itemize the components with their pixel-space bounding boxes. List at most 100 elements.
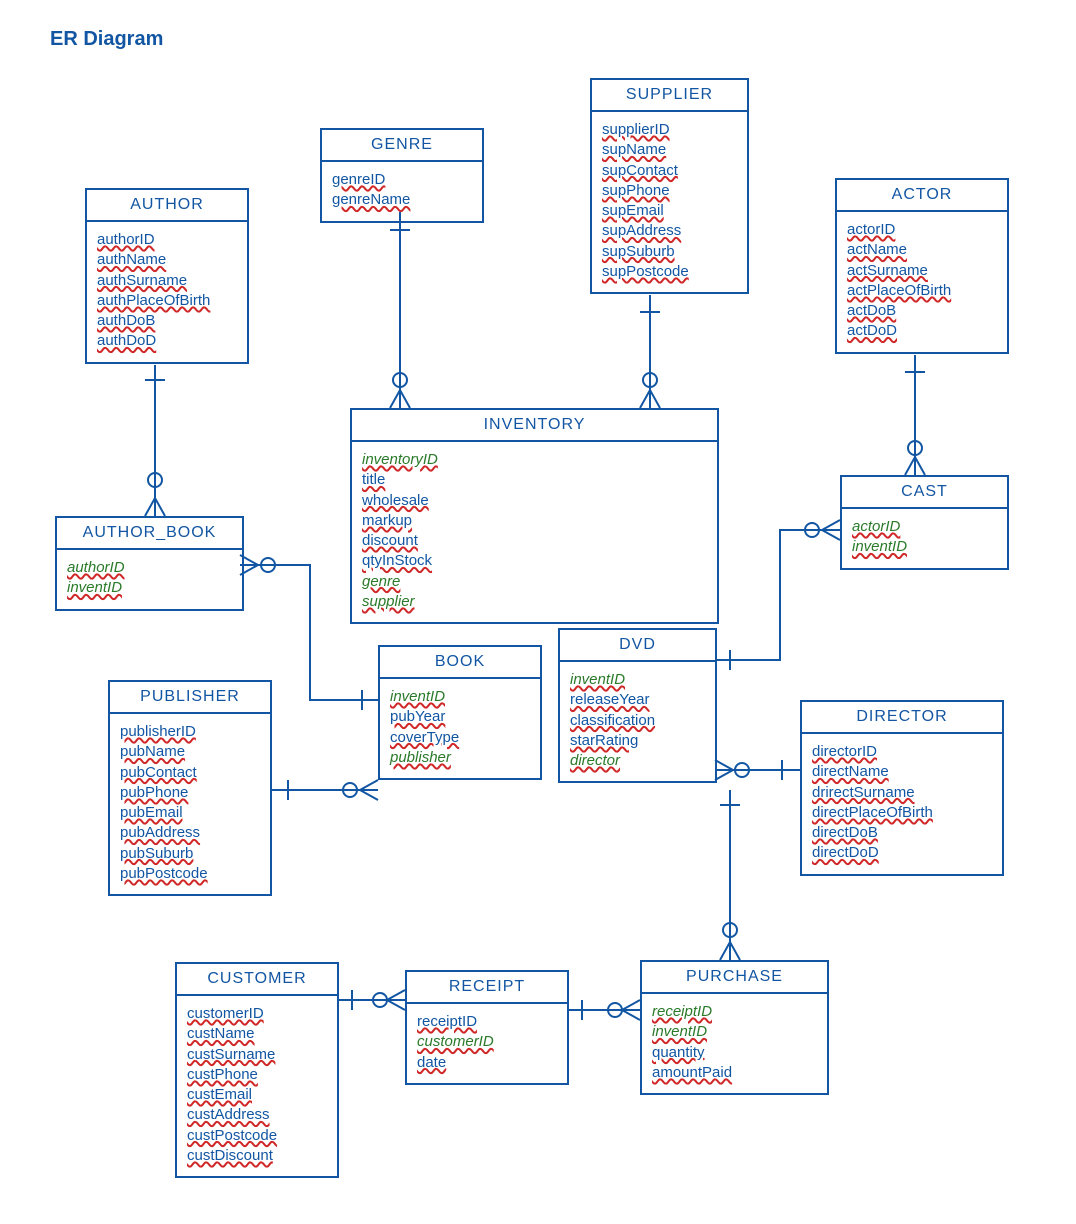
attr: directDoD	[812, 843, 992, 863]
entity-inventory-head: INVENTORY	[352, 410, 717, 442]
entity-book-head: BOOK	[380, 647, 540, 679]
entity-author-book-head: AUTHOR_BOOK	[57, 518, 242, 550]
entity-genre-body: genreID genreName	[322, 162, 482, 221]
attr: authName	[97, 250, 237, 270]
entity-publisher: PUBLISHER publisherID pubName pubContact…	[108, 680, 272, 896]
attr: pubContact	[120, 763, 260, 783]
attr: receiptID	[652, 1002, 817, 1022]
attr: authSurname	[97, 271, 237, 291]
entity-actor-body: actorID actName actSurname actPlaceOfBir…	[837, 212, 1007, 352]
entity-supplier: SUPPLIER supplierID supName supContact s…	[590, 78, 749, 294]
attr: publisher	[390, 748, 530, 768]
attr: directPlaceOfBirth	[812, 803, 992, 823]
attr: inventID	[652, 1022, 817, 1042]
entity-inventory: INVENTORY inventoryID title wholesale ma…	[350, 408, 719, 624]
entity-author-book: AUTHOR_BOOK authorID inventID	[55, 516, 244, 611]
entity-dvd-head: DVD	[560, 630, 715, 662]
attr: amountPaid	[652, 1063, 817, 1083]
attr: supEmail	[602, 201, 737, 221]
entity-director: DIRECTOR directorID directName drirectSu…	[800, 700, 1004, 876]
attr: customerID	[187, 1004, 327, 1024]
attr: pubYear	[390, 707, 530, 727]
attr: inventID	[67, 578, 232, 598]
attr: pubAddress	[120, 823, 260, 843]
attr: pubName	[120, 742, 260, 762]
entity-customer: CUSTOMER customerID custName custSurname…	[175, 962, 339, 1178]
attr: supPostcode	[602, 262, 737, 282]
attr: pubPhone	[120, 783, 260, 803]
attr: authorID	[97, 230, 237, 250]
entity-cast-head: CAST	[842, 477, 1007, 509]
attr: supSuburb	[602, 242, 737, 262]
entity-customer-body: customerID custName custSurname custPhon…	[177, 996, 337, 1176]
attr: actorID	[852, 517, 997, 537]
attr: authDoD	[97, 331, 237, 351]
attr: authorID	[67, 558, 232, 578]
entity-book: BOOK inventID pubYear coverType publishe…	[378, 645, 542, 780]
entity-customer-head: CUSTOMER	[177, 964, 337, 996]
attr: supplierID	[602, 120, 737, 140]
attr: qtyInStock	[362, 551, 707, 571]
attr: actPlaceOfBirth	[847, 281, 997, 301]
attr: custPhone	[187, 1065, 327, 1085]
attr: custAddress	[187, 1105, 327, 1125]
entity-publisher-head: PUBLISHER	[110, 682, 270, 714]
entity-director-body: directorID directName drirectSurname dir…	[802, 734, 1002, 874]
er-canvas: ER Diagram AUTHOR authorID authName auth…	[0, 0, 1076, 1224]
entity-author-body: authorID authName authSurname authPlaceO…	[87, 222, 247, 362]
attr: director	[570, 751, 705, 771]
attr: authDoB	[97, 311, 237, 331]
entity-publisher-body: publisherID pubName pubContact pubPhone …	[110, 714, 270, 894]
entity-book-body: inventID pubYear coverType publisher	[380, 679, 540, 778]
entity-author: AUTHOR authorID authName authSurname aut…	[85, 188, 249, 364]
entity-director-head: DIRECTOR	[802, 702, 1002, 734]
entity-receipt: RECEIPT receiptID customerID date	[405, 970, 569, 1085]
attr: actorID	[847, 220, 997, 240]
attr: custName	[187, 1024, 327, 1044]
attr: coverType	[390, 728, 530, 748]
attr: pubPostcode	[120, 864, 260, 884]
attr: genre	[362, 572, 707, 592]
entity-inventory-body: inventoryID title wholesale markup disco…	[352, 442, 717, 622]
attr: actDoB	[847, 301, 997, 321]
attr: wholesale	[362, 491, 707, 511]
attr: receiptID	[417, 1012, 557, 1032]
attr: releaseYear	[570, 690, 705, 710]
entity-actor-head: ACTOR	[837, 180, 1007, 212]
entity-supplier-head: SUPPLIER	[592, 80, 747, 112]
entity-receipt-body: receiptID customerID date	[407, 1004, 567, 1083]
entity-purchase-body: receiptID inventID quantity amountPaid	[642, 994, 827, 1093]
attr: inventID	[852, 537, 997, 557]
attr: actDoD	[847, 321, 997, 341]
attr: customerID	[417, 1032, 557, 1052]
attr: inventID	[390, 687, 530, 707]
entity-genre-head: GENRE	[322, 130, 482, 162]
attr: supAddress	[602, 221, 737, 241]
entity-cast: CAST actorID inventID	[840, 475, 1009, 570]
entity-receipt-head: RECEIPT	[407, 972, 567, 1004]
attr: starRating	[570, 731, 705, 751]
entity-dvd: DVD inventID releaseYear classification …	[558, 628, 717, 783]
attr: custSurname	[187, 1045, 327, 1065]
attr: inventID	[570, 670, 705, 690]
entity-cast-body: actorID inventID	[842, 509, 1007, 568]
page-title: ER Diagram	[50, 28, 163, 51]
attr: discount	[362, 531, 707, 551]
entity-dvd-body: inventID releaseYear classification star…	[560, 662, 715, 781]
attr: directName	[812, 762, 992, 782]
attr: genreID	[332, 170, 472, 190]
entity-purchase-head: PURCHASE	[642, 962, 827, 994]
attr: title	[362, 470, 707, 490]
attr: directorID	[812, 742, 992, 762]
attr: pubEmail	[120, 803, 260, 823]
attr: custEmail	[187, 1085, 327, 1105]
attr: supplier	[362, 592, 707, 612]
entity-author-head: AUTHOR	[87, 190, 247, 222]
attr: inventoryID	[362, 450, 707, 470]
attr: drirectSurname	[812, 783, 992, 803]
attr: actSurname	[847, 261, 997, 281]
attr: markup	[362, 511, 707, 531]
attr: classification	[570, 711, 705, 731]
attr: directDoB	[812, 823, 992, 843]
attr: date	[417, 1053, 557, 1073]
